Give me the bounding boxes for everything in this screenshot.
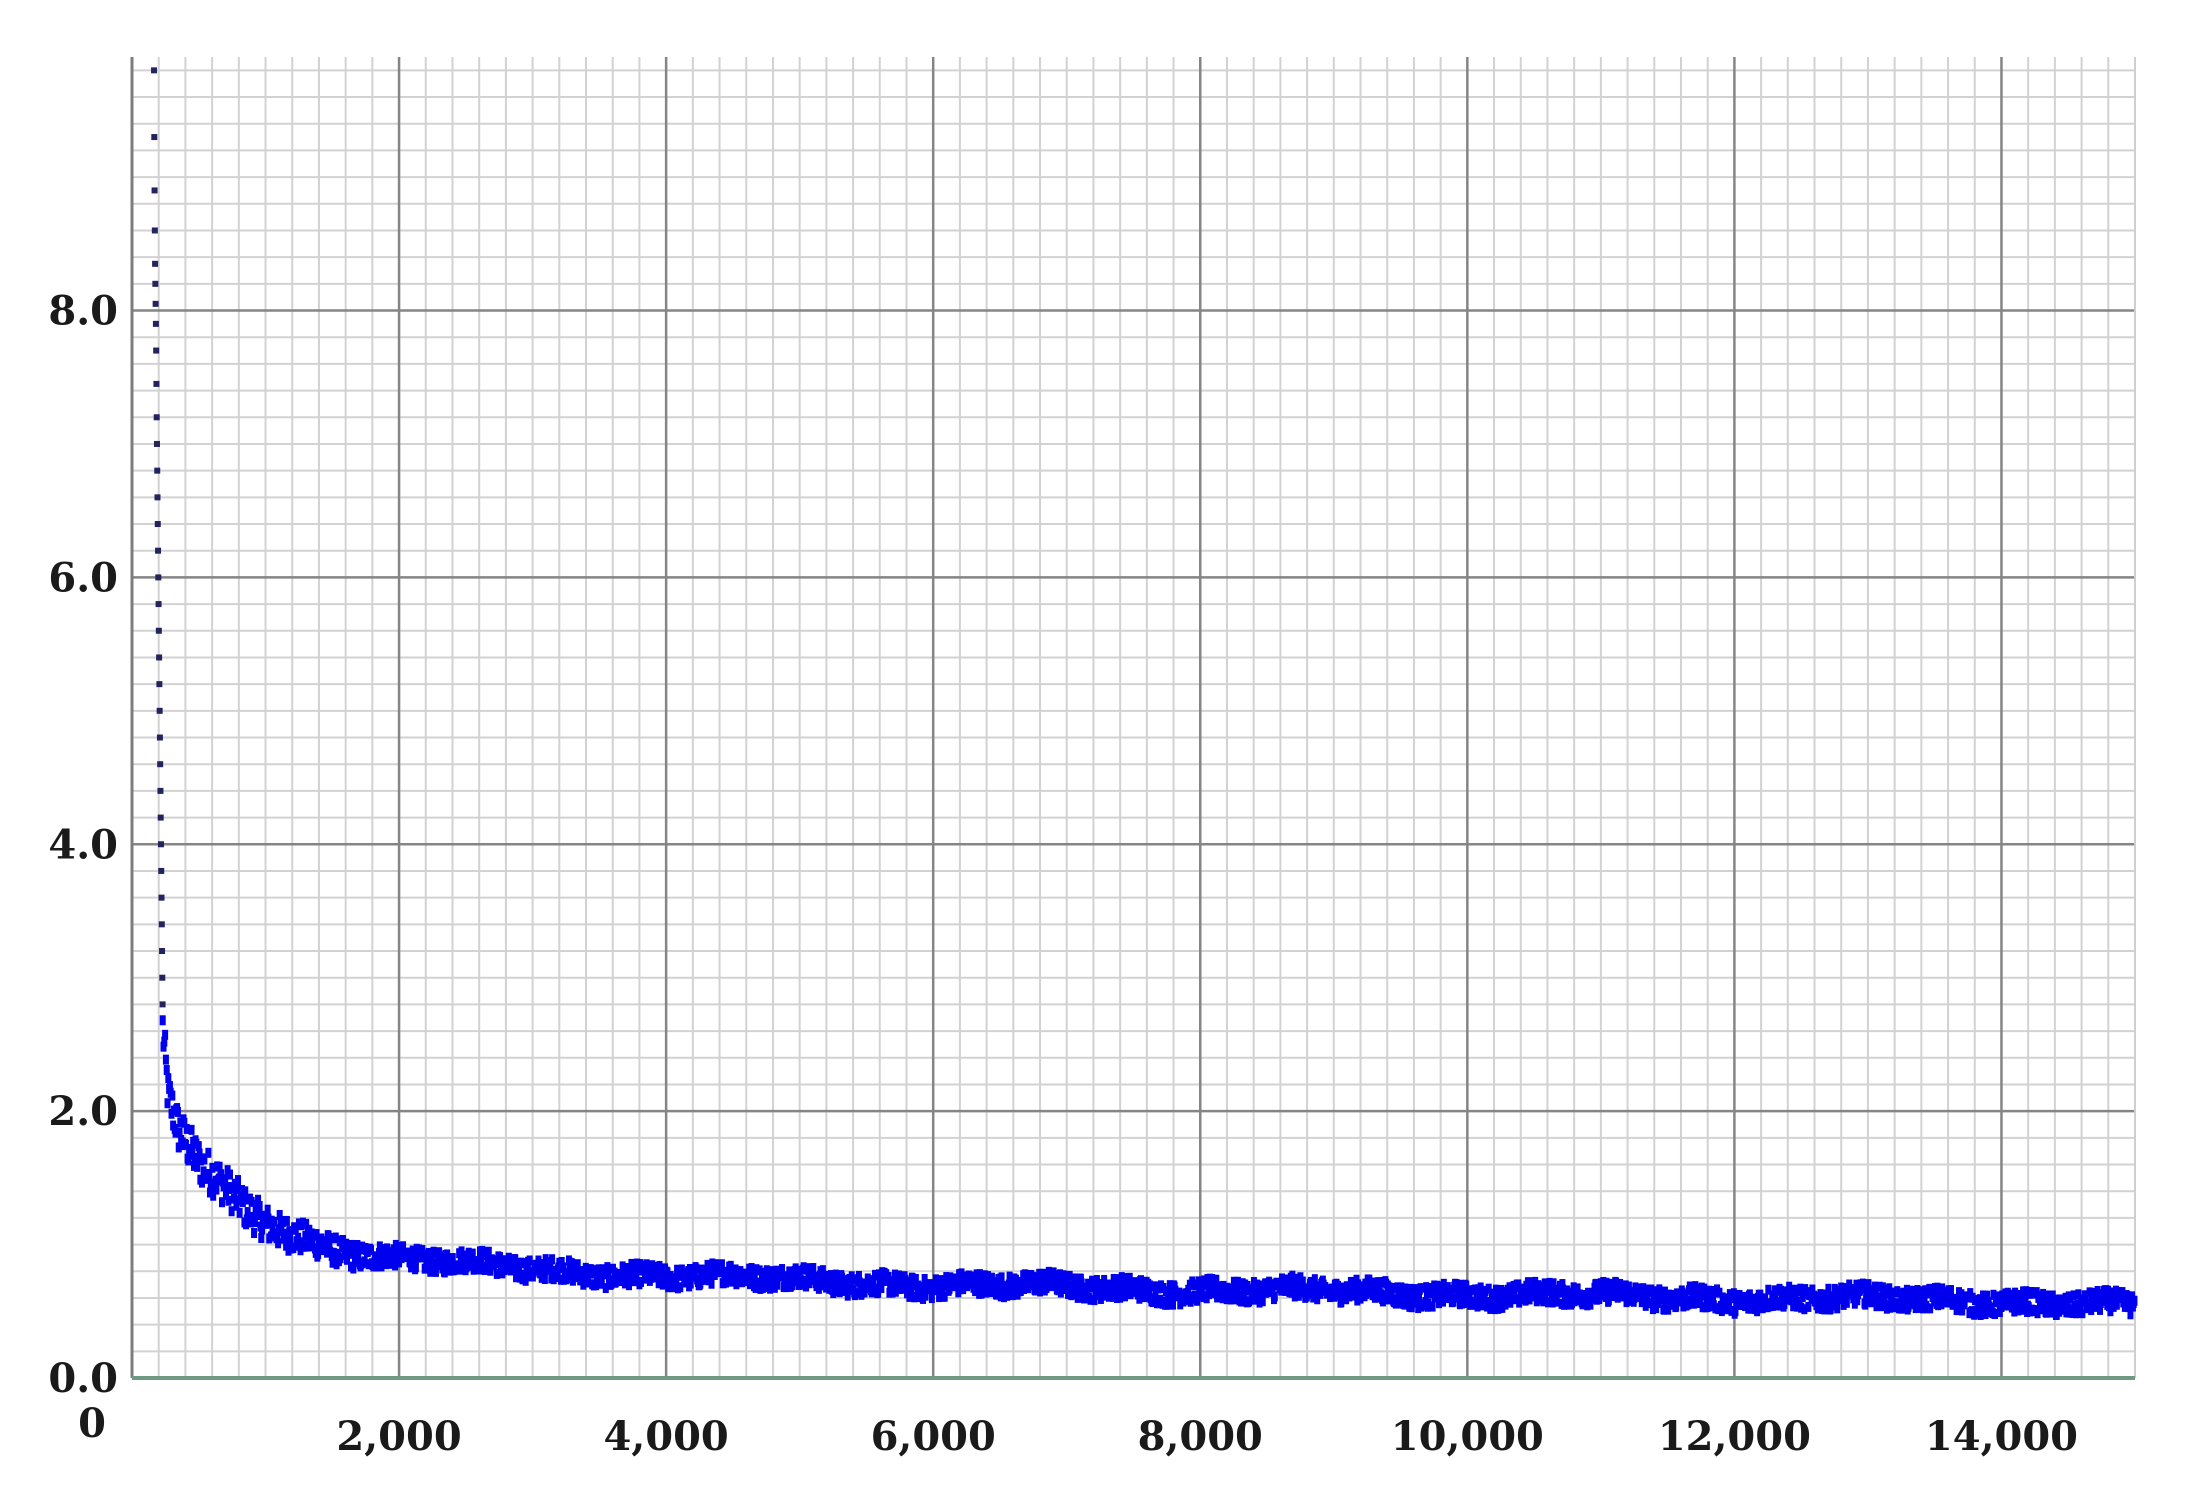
data-point (157, 841, 164, 848)
data-point (1271, 1291, 1278, 1302)
data-point (256, 1200, 263, 1211)
data-point (2131, 1295, 2138, 1306)
x-tick-label: 8,000 (1138, 1413, 1263, 1460)
data-point (155, 574, 162, 581)
data-point (541, 1274, 548, 1285)
data-point (1206, 1289, 1213, 1300)
data-point (235, 1175, 242, 1186)
data-point (174, 1106, 181, 1117)
data-point (1927, 1303, 1934, 1314)
data-point (1417, 1283, 1424, 1294)
data-point (153, 440, 160, 447)
x-tick-label: 10,000 (1391, 1413, 1544, 1460)
data-point (810, 1263, 817, 1274)
data-point (158, 894, 165, 901)
data-point (708, 1278, 715, 1289)
data-point (159, 1001, 166, 1008)
data-point (157, 814, 164, 821)
data-point (151, 187, 158, 194)
data-point (283, 1215, 290, 1226)
data-point (162, 1029, 169, 1040)
data-point (213, 1184, 220, 1195)
data-point (236, 1207, 243, 1218)
x-tick-label: 6,000 (871, 1413, 996, 1460)
data-point (227, 1169, 234, 1180)
x-tick-label: 0 (78, 1400, 106, 1447)
axes (130, 57, 2136, 1380)
data-point (159, 1015, 166, 1026)
data-point (1947, 1285, 1954, 1296)
data-point (157, 787, 164, 794)
data-point (1213, 1274, 1220, 1285)
data-point (151, 134, 158, 141)
y-tick-label: 8.0 (48, 288, 118, 335)
data-point (155, 547, 162, 554)
data-point (154, 521, 161, 528)
data-point (153, 380, 160, 387)
data-point (152, 260, 159, 267)
data-point (162, 1054, 169, 1065)
data-point (155, 627, 162, 634)
y-tick-label: 6.0 (48, 554, 118, 601)
data-point (159, 948, 166, 955)
data-point (1515, 1279, 1522, 1290)
x-tick-label: 12,000 (1658, 1413, 1811, 1460)
data-point (153, 414, 160, 421)
x-tick-label: 2,000 (336, 1413, 461, 1460)
data-point (156, 734, 163, 741)
data-point (264, 1204, 271, 1215)
data-point (159, 974, 166, 981)
data-point (156, 681, 163, 688)
data-point (225, 1195, 232, 1206)
minor-gridlines (132, 57, 2136, 1378)
data-point (152, 320, 159, 327)
data-point (1834, 1303, 1841, 1314)
data-point (153, 347, 160, 354)
data-point (152, 300, 159, 307)
data-point (156, 707, 163, 714)
data-point (412, 1262, 419, 1273)
data-point (157, 761, 164, 768)
chart-container: 0 2,000 4,000 6,000 8,000 10,000 12,000 14,000 0… (0, 0, 2204, 1506)
x-tick-label: 4,000 (604, 1413, 729, 1460)
data-point (152, 280, 159, 287)
data-point (151, 227, 158, 234)
data-point (1429, 1301, 1436, 1312)
data-point (205, 1147, 212, 1158)
y-tick-label: 0.0 (48, 1355, 118, 1402)
data-point (151, 67, 158, 74)
data-points (151, 67, 2138, 1320)
x-tick-label: 14,000 (1925, 1413, 2078, 1460)
data-point (169, 1090, 176, 1101)
data-point (287, 1233, 294, 1244)
data-point (156, 654, 163, 661)
data-point (154, 467, 161, 474)
y-tick-label: 2.0 (48, 1088, 118, 1135)
data-point (155, 601, 162, 608)
data-point (2079, 1308, 2086, 1319)
major-gridlines (132, 57, 2135, 1378)
data-point (158, 867, 165, 874)
data-point (158, 921, 165, 928)
y-tick-label: 4.0 (48, 821, 118, 868)
data-point (1194, 1295, 1201, 1306)
data-point (154, 494, 161, 501)
data-point (251, 1228, 258, 1239)
data-point (998, 1272, 1005, 1283)
data-point (275, 1238, 282, 1249)
scatter-chart: 0 2,000 4,000 6,000 8,000 10,000 12,000 14,000 0… (48, 57, 2138, 1460)
data-point (188, 1124, 195, 1135)
data-point (549, 1254, 556, 1265)
